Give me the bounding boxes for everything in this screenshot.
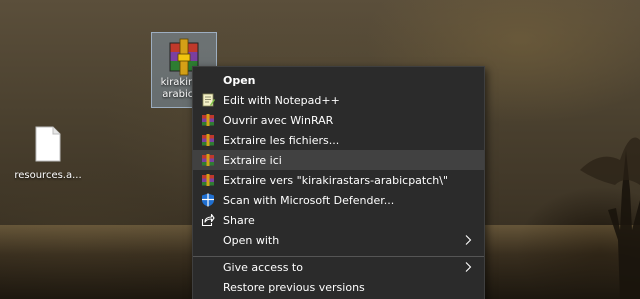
menu-item-label: Open with [223,233,280,247]
chevron-right-icon [465,235,472,245]
desktop-icon-label: resources.a... [14,170,82,181]
share-icon [201,213,215,227]
menu-item-restore-previous-versions[interactable]: Restore previous versions [193,277,484,297]
menu-item-open[interactable]: Open [193,70,484,90]
menu-item-extraire-ici[interactable]: Extraire ici [193,150,484,170]
menu-item-edit-with-notepad[interactable]: Edit with Notepad++ [193,90,484,110]
defender-shield-icon [201,193,215,207]
menu-item-label: Edit with Notepad++ [223,93,340,107]
menu-item-label: Give access to [223,260,303,274]
menu-item-label: Restore previous versions [223,280,365,294]
winrar-icon [201,113,215,127]
blank-file-icon [35,126,61,162]
wallpaper-tree [580,137,640,299]
menu-item-ouvrir-avec-winrar[interactable]: Ouvrir avec WinRAR [193,110,484,130]
menu-item-label: Extraire vers "kirakirastars-arabicpatch… [223,173,449,187]
menu-item-label: Scan with Microsoft Defender... [223,193,395,207]
menu-item-extraire-vers[interactable]: Extraire vers "kirakirastars-arabicpatch… [193,170,484,190]
menu-item-give-access-to[interactable]: Give access to [193,257,484,277]
menu-item-label: Open [223,73,256,87]
menu-item-extraire-les-fichiers[interactable]: Extraire les fichiers... [193,130,484,150]
menu-item-label: Ouvrir avec WinRAR [223,113,334,127]
desktop-icon-resources-file[interactable]: resources.a... [12,124,84,184]
chevron-right-icon [465,262,472,272]
winrar-icon [201,133,215,147]
menu-item-label: Share [223,213,255,227]
menu-item-label: Extraire les fichiers... [223,133,340,147]
menu-item-share[interactable]: Share [193,210,484,230]
context-menu: Open Edit with Notepad++ Ouvrir avec Win… [192,66,485,299]
notepad-plus-plus-icon [201,93,215,107]
menu-item-label: Extraire ici [223,153,282,167]
desktop[interactable]: kirakirast arabicpa resources.a... Open [0,0,640,299]
menu-item-scan-with-defender[interactable]: Scan with Microsoft Defender... [193,190,484,210]
winrar-icon [201,153,215,167]
menu-item-open-with[interactable]: Open with [193,230,484,250]
winrar-icon [201,173,215,187]
